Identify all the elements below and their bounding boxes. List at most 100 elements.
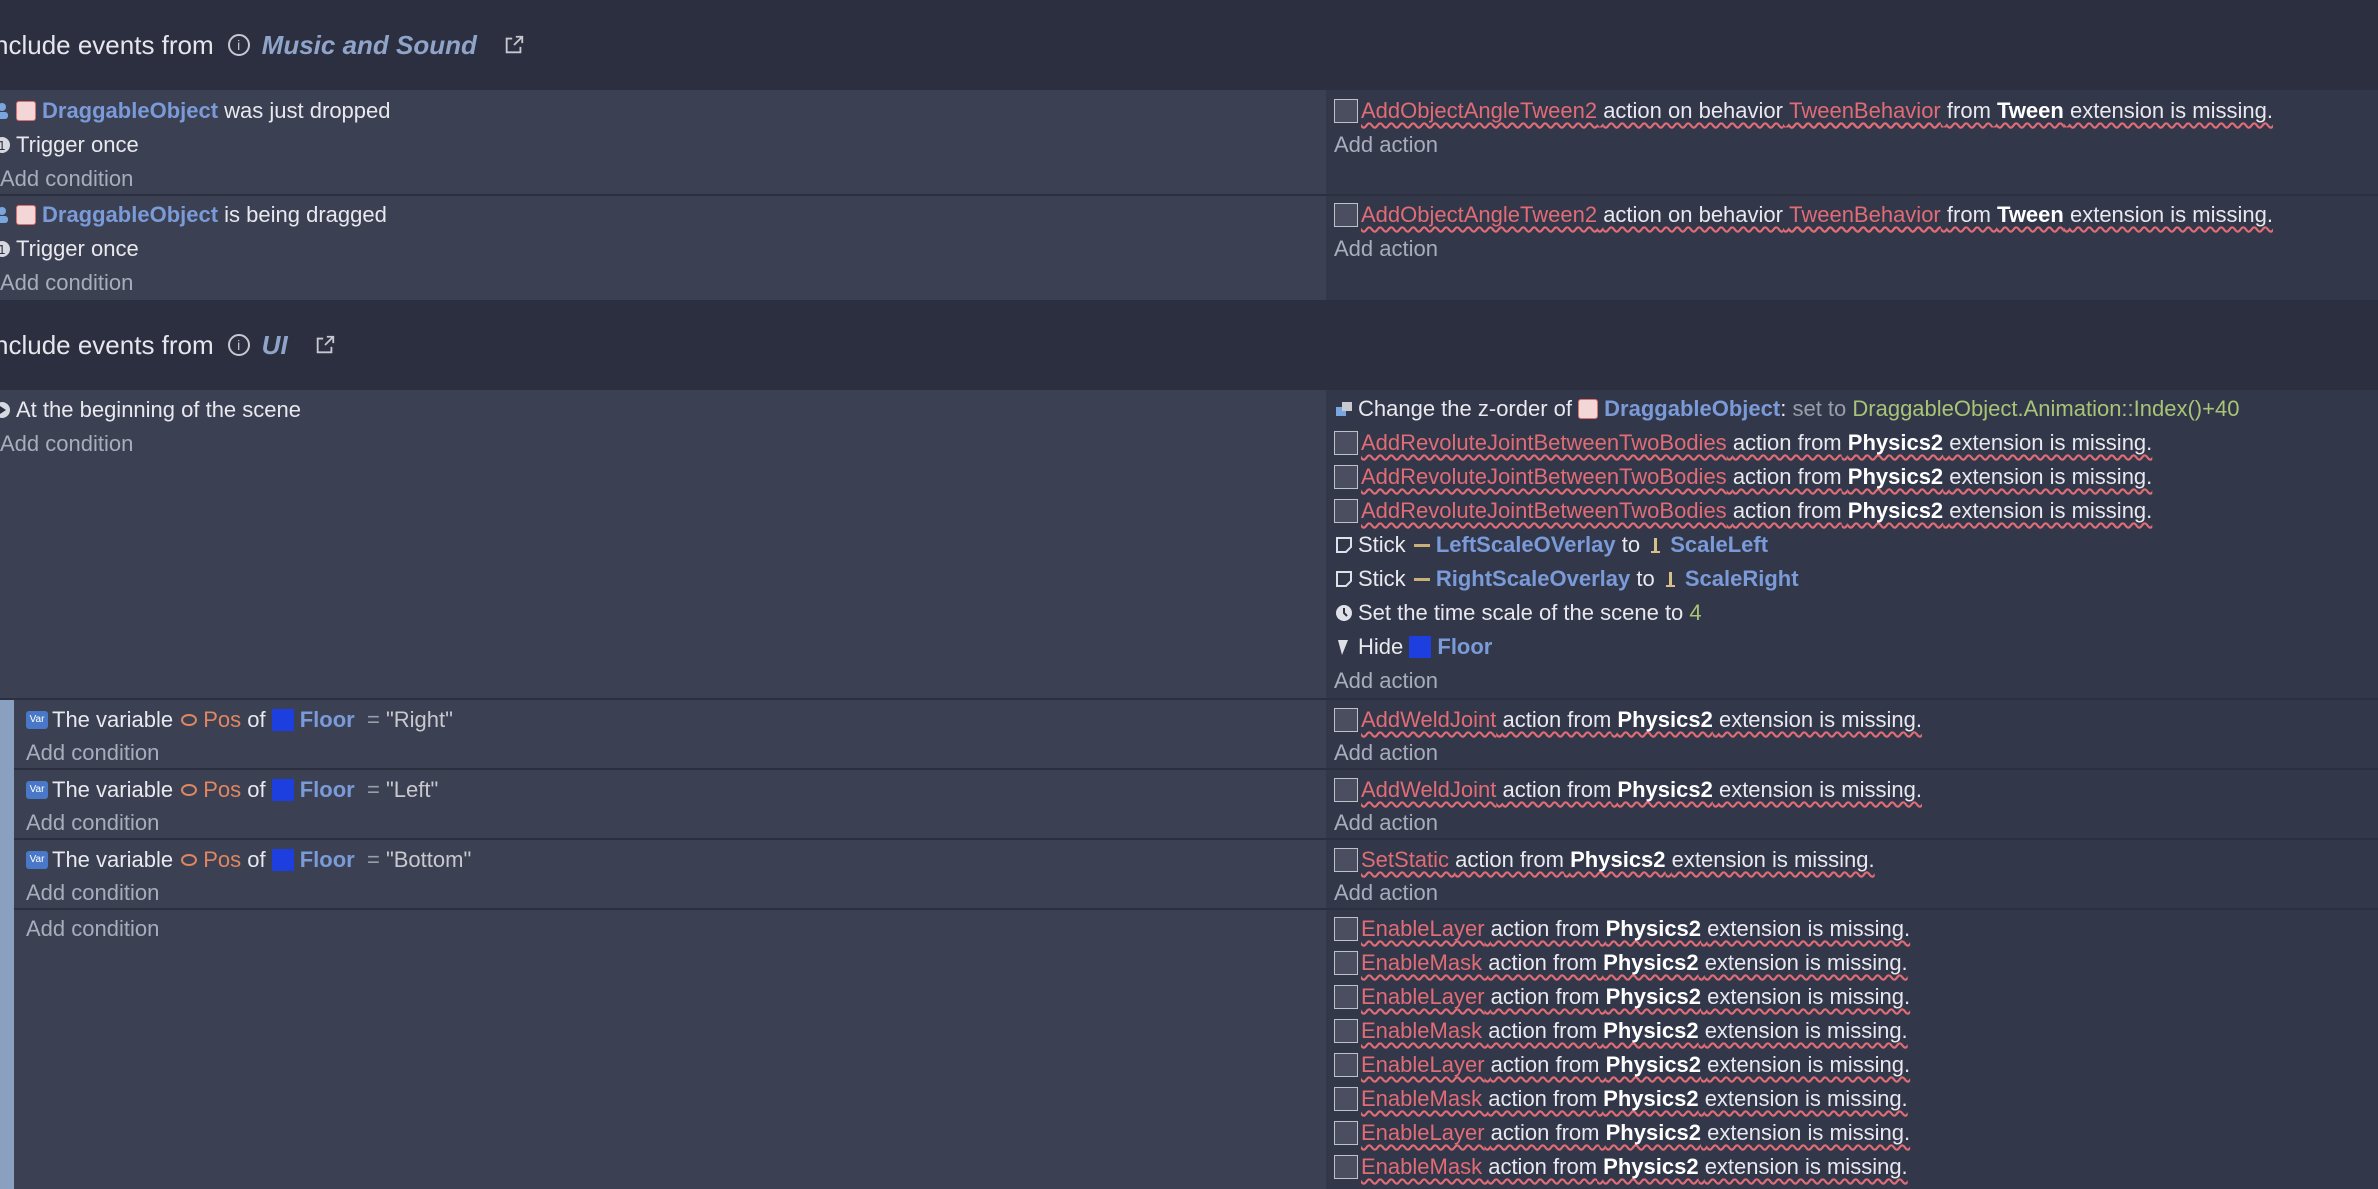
object-name[interactable]: DraggableObject xyxy=(42,198,218,232)
add-action-button[interactable]: Add action xyxy=(1334,876,1438,910)
missing-tail: extension is missing. xyxy=(1718,707,1922,732)
object-icon xyxy=(1578,399,1599,419)
condition-variable[interactable]: Var The variable Pos of Floor = "Right" xyxy=(26,703,453,737)
action-missing[interactable]: EnableLayer action from Physics2 extensi… xyxy=(1334,1116,1910,1150)
object-name[interactable]: DraggableObject xyxy=(42,94,218,128)
string-value: "Right" xyxy=(385,707,453,732)
of-text: of xyxy=(247,707,266,732)
condition-text: is being dragged xyxy=(224,202,387,227)
object-name[interactable]: ScaleRight xyxy=(1685,562,1799,596)
action-text: action from Physics2 extension is missin… xyxy=(1482,946,1907,980)
open-external-icon[interactable] xyxy=(503,34,525,56)
conditions-panel[interactable]: At the beginning of the scene Add condit… xyxy=(0,390,1326,698)
condition-variable[interactable]: Var The variable Pos of Floor = "Left" xyxy=(26,773,438,807)
object-name[interactable]: RightScaleOverlay xyxy=(1436,562,1630,596)
object-name[interactable]: Floor xyxy=(300,843,355,877)
add-condition-button[interactable]: Add condition xyxy=(26,806,159,840)
conditions-panel[interactable]: DraggableObject was just dropped 1 Trigg… xyxy=(0,90,1326,194)
action-missing[interactable]: EnableMask action from Physics2 extensio… xyxy=(1334,1014,1908,1048)
action-missing[interactable]: AddObjectAngleTween2 action on behavior … xyxy=(1334,198,2273,232)
action-missing[interactable]: EnableLayer action from Physics2 extensi… xyxy=(1334,980,1910,1014)
add-condition-button[interactable]: Add condition xyxy=(26,876,159,910)
extension-name: Physics2 xyxy=(1605,1120,1702,1145)
add-action-button[interactable]: Add action xyxy=(1334,736,1438,770)
include-name-ui[interactable]: UI xyxy=(262,330,288,361)
object-name[interactable]: Floor xyxy=(1437,630,1492,664)
info-icon[interactable]: i xyxy=(227,334,250,356)
condition-trigger-once[interactable]: 1 Trigger once xyxy=(0,232,139,266)
action-missing[interactable]: EnableMask action from Physics2 extensio… xyxy=(1334,1082,1908,1116)
action-missing[interactable]: AddRevoluteJointBetweenTwoBodies action … xyxy=(1334,460,2152,494)
add-action-button[interactable]: Add action xyxy=(1334,128,1438,162)
object-name[interactable]: Floor xyxy=(300,773,355,807)
actions-panel[interactable]: AddWeldJoint action from Physics2 extens… xyxy=(1326,700,2378,768)
conditions-panel[interactable]: DraggableObject is being dragged 1 Trigg… xyxy=(0,196,1326,300)
conditions-panel[interactable]: Var The variable Pos of Floor = "Left" A… xyxy=(14,770,1326,838)
sub-event-row[interactable]: Add condition EnableLayer action from Ph… xyxy=(0,910,2378,1189)
action-missing[interactable]: EnableMask action from Physics2 extensio… xyxy=(1334,946,1908,980)
extension-name: Physics2 xyxy=(1603,1154,1699,1179)
sub-event-row[interactable]: Var The variable Pos of Floor = "Right" … xyxy=(0,700,2378,768)
actions-panel[interactable]: AddObjectAngleTween2 action on behavior … xyxy=(1326,90,2378,194)
action-missing[interactable]: AddObjectAngleTween2 action on behavior … xyxy=(1334,94,2273,128)
string-value: "Bottom" xyxy=(385,847,472,872)
add-condition-button[interactable]: Add condition xyxy=(0,162,133,196)
to-text: to xyxy=(1621,532,1641,557)
condition-scene-start[interactable]: At the beginning of the scene xyxy=(0,393,301,427)
add-action-button[interactable]: Add action xyxy=(1334,664,1438,698)
object-icon xyxy=(16,101,36,121)
info-icon[interactable]: i xyxy=(227,34,250,56)
object-name[interactable]: LeftScaleOVerlay xyxy=(1436,528,1616,562)
condition-dragged[interactable]: DraggableObject is being dragged xyxy=(0,198,387,232)
action-stick[interactable]: Stick LeftScaleOVerlay to ScaleLeft xyxy=(1334,528,1768,562)
action-timescale[interactable]: Set the time scale of the scene to 4 xyxy=(1334,596,1702,630)
action-missing[interactable]: AddRevoluteJointBetweenTwoBodies action … xyxy=(1334,426,2152,460)
action-missing[interactable]: AddRevoluteJointBetweenTwoBodies action … xyxy=(1334,494,2152,528)
action-missing[interactable]: SetStatic action from Physics2 extension… xyxy=(1334,843,1875,877)
include-name-music[interactable]: Music and Sound xyxy=(262,30,477,61)
action-zorder[interactable]: Change the z-order of DraggableObject : … xyxy=(1334,392,2239,426)
action-missing[interactable]: EnableLayer action from Physics2 extensi… xyxy=(1334,912,1910,946)
object-name[interactable]: Floor xyxy=(300,703,355,737)
sub-event-row[interactable]: Var The variable Pos of Floor = "Left" A… xyxy=(0,770,2378,838)
object-name[interactable]: DraggableObject xyxy=(1604,392,1780,426)
add-condition-button[interactable]: Add condition xyxy=(0,266,133,300)
object-name[interactable]: ScaleLeft xyxy=(1670,528,1768,562)
actions-panel[interactable]: AddObjectAngleTween2 action on behavior … xyxy=(1326,196,2378,300)
add-condition-button[interactable]: Add condition xyxy=(26,736,159,770)
event-row[interactable]: DraggableObject was just dropped 1 Trigg… xyxy=(0,90,2378,194)
actions-panel[interactable]: Change the z-order of DraggableObject : … xyxy=(1326,390,2378,698)
action-missing[interactable]: AddWeldJoint action from Physics2 extens… xyxy=(1334,703,1922,737)
add-action-button[interactable]: Add action xyxy=(1334,806,1438,840)
condition-trigger-once[interactable]: 1 Trigger once xyxy=(0,128,139,162)
action-mid: action from xyxy=(1502,777,1612,802)
add-condition-button[interactable]: Add condition xyxy=(0,427,133,461)
action-mid: action from xyxy=(1488,1086,1598,1111)
condition-variable[interactable]: Var The variable Pos of Floor = "Bottom" xyxy=(26,843,471,877)
variable-link-icon xyxy=(181,854,198,866)
actions-panel[interactable]: SetStatic action from Physics2 extension… xyxy=(1326,840,2378,908)
broken-image-icon xyxy=(1334,1155,1358,1179)
missing-tail: extension is missing. xyxy=(1949,430,2153,455)
open-external-icon[interactable] xyxy=(314,334,336,356)
action-missing[interactable]: EnableLayer action from Physics2 extensi… xyxy=(1334,1048,1910,1082)
action-stick[interactable]: Stick RightScaleOverlay to ScaleRight xyxy=(1334,562,1799,596)
actions-panel[interactable]: EnableLayer action from Physics2 extensi… xyxy=(1326,910,2378,1189)
action-hide[interactable]: Hide Floor xyxy=(1334,630,1492,664)
condition-dropped[interactable]: DraggableObject was just dropped xyxy=(0,94,391,128)
condition-text: The variable xyxy=(52,707,174,732)
event-row[interactable]: DraggableObject is being dragged 1 Trigg… xyxy=(0,196,2378,300)
conditions-panel[interactable]: Var The variable Pos of Floor = "Right" … xyxy=(14,700,1326,768)
add-action-button[interactable]: Add action xyxy=(1334,232,1438,266)
z-order-icon xyxy=(1336,402,1352,416)
broken-image-icon xyxy=(1334,431,1358,455)
action-missing[interactable]: EnableMask action from Physics2 extensio… xyxy=(1334,1150,1908,1184)
actions-panel[interactable]: AddWeldJoint action from Physics2 extens… xyxy=(1326,770,2378,838)
sub-event-row[interactable]: Var The variable Pos of Floor = "Bottom"… xyxy=(0,840,2378,908)
event-row[interactable]: At the beginning of the scene Add condit… xyxy=(0,390,2378,698)
add-condition-button[interactable]: Add condition xyxy=(26,912,159,946)
conditions-panel[interactable]: Add condition xyxy=(14,910,1326,1189)
conditions-panel[interactable]: Var The variable Pos of Floor = "Bottom"… xyxy=(14,840,1326,908)
missing-action-name: AddObjectAngleTween2 xyxy=(1361,202,1598,227)
action-missing[interactable]: AddWeldJoint action from Physics2 extens… xyxy=(1334,773,1922,807)
